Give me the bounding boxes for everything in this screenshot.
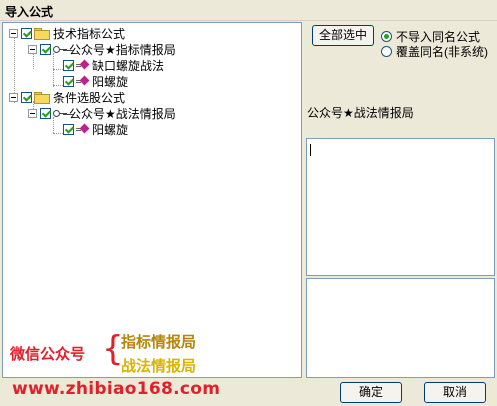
radio-icon[interactable] — [381, 46, 392, 57]
tree-item-category[interactable]: 技术指标公式 — [9, 25, 125, 41]
tree-item-formula[interactable]: 缺口螺旋战法 — [63, 57, 164, 73]
collapse-icon[interactable] — [28, 44, 37, 54]
formula-tree[interactable]: 技术指标公式 公众号★指标情报局 缺口螺旋战法 阳螺旋 条件选股公式 公众号★战… — [2, 22, 302, 378]
tree-item-category[interactable]: 条件选股公式 — [9, 89, 125, 105]
key-icon — [53, 109, 67, 117]
description-textbox[interactable] — [306, 138, 495, 276]
cancel-button[interactable]: 取消 — [424, 382, 486, 403]
tree-checkbox[interactable] — [63, 75, 74, 87]
option-label: 覆盖同名(非系统) — [396, 45, 488, 59]
tree-checkbox[interactable] — [21, 91, 32, 103]
text-caret — [310, 144, 311, 156]
ok-button[interactable]: 确定 — [340, 382, 402, 403]
collapse-icon[interactable] — [9, 92, 18, 102]
watermark-line-2: 战法情报局 — [121, 358, 197, 375]
tree-item-label: 缺口螺旋战法 — [92, 58, 165, 73]
collapse-icon[interactable] — [28, 108, 37, 118]
info-textbox[interactable] — [306, 278, 495, 378]
tree-checkbox[interactable] — [21, 27, 32, 39]
tree-item-label: 技术指标公式 — [53, 26, 126, 41]
selected-formula-name: 公众号★战法情报局 — [307, 106, 414, 120]
tree-item-label: 阳螺旋 — [92, 74, 129, 89]
folder-icon — [34, 91, 50, 104]
window-title: 导入公式 — [5, 5, 54, 19]
tree-item-group[interactable]: 公众号★指标情报局 — [28, 41, 176, 57]
tree-checkbox[interactable] — [63, 123, 74, 135]
title-bar: 导入公式 — [0, 0, 497, 21]
tree-checkbox[interactable] — [63, 59, 74, 71]
tree-checkbox[interactable] — [40, 107, 51, 119]
tree-item-formula[interactable]: 阳螺旋 — [63, 73, 128, 89]
tree-item-formula[interactable]: 阳螺旋 — [63, 121, 128, 137]
watermark-url: www.zhibiao168.com — [12, 379, 221, 399]
formula-icon — [76, 59, 90, 71]
key-icon — [53, 45, 67, 53]
tree-item-label: 公众号★战法情报局 — [69, 106, 176, 121]
formula-icon — [76, 75, 90, 87]
watermark-line-1: 指标情报局 — [121, 334, 197, 351]
folder-icon — [34, 27, 50, 40]
tree-checkbox[interactable] — [40, 43, 51, 55]
tree-item-group[interactable]: 公众号★战法情报局 — [28, 105, 176, 121]
radio-icon[interactable] — [381, 31, 392, 42]
select-all-button[interactable]: 全部选中 — [312, 25, 374, 46]
tree-item-label: 条件选股公式 — [53, 90, 126, 105]
watermark-wechat-label: 微信公众号 — [10, 346, 86, 363]
collapse-icon[interactable] — [9, 28, 18, 38]
formula-icon — [76, 123, 90, 135]
option-overwrite-same-name[interactable]: 覆盖同名(非系统) — [381, 43, 488, 60]
tree-item-label: 阳螺旋 — [92, 122, 129, 137]
tree-item-label: 公众号★指标情报局 — [69, 42, 176, 57]
